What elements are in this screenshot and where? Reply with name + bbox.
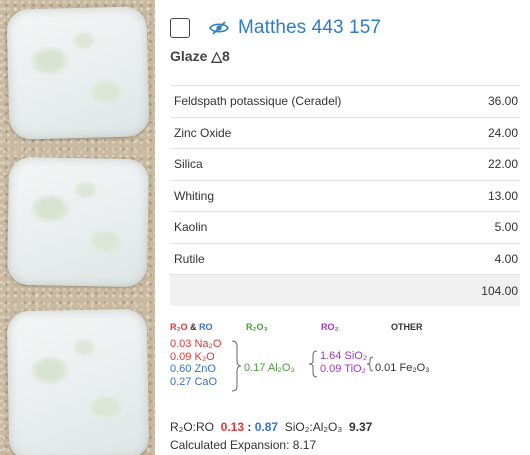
glass-former-oxide: 0.09 TiO₂ [320, 363, 367, 376]
ingredient-amount: 36.00 [451, 85, 520, 117]
glaze-photo [0, 0, 155, 455]
header-amp: & [187, 322, 200, 332]
header-r2o-ro: R₂O & RO [170, 322, 213, 332]
other-cell: 0.01 Fe₂O₃ [375, 362, 430, 374]
other-oxide: Fe₂O₃ [399, 362, 430, 374]
expansion-label: Calculated Expansion: [170, 438, 290, 452]
header-ro2: RO₂ [321, 322, 339, 332]
ingredient-row: Kaolin 5.00 [170, 211, 520, 243]
total-spacer [170, 274, 452, 306]
header-r2o: R₂O [170, 322, 188, 332]
flux-oxide-name: K₂O [194, 350, 215, 363]
r2o-value: 0.13 [220, 420, 245, 434]
glass-former-oxide: 1.64 SiO₂ [320, 350, 367, 363]
total-row: 104.00 [170, 274, 520, 306]
stabilizer-amount: 0.17 [244, 362, 266, 374]
ingredient-amount: 4.00 [451, 242, 520, 275]
glass-former-column: 1.64 SiO₂ 0.09 TiO₂ [320, 350, 367, 375]
ingredients-table: Feldspath potassique (Ceradel) 36.00 Zinc … [170, 85, 520, 306]
ratio-line: R₂O:RO 0.13 : 0.87 SiO₂:Al₂O₃ 9.37 [170, 420, 372, 434]
flux-amount: 0.09 [170, 350, 192, 363]
ingredient-row: Whiting 13.00 [170, 179, 520, 212]
ro-value: 0.87 [254, 420, 279, 434]
cone-label: Glaze △8 [170, 48, 230, 64]
former-brace [308, 350, 318, 378]
flux-amount: 0.27 [170, 375, 192, 388]
glaze-tile-1 [6, 6, 150, 140]
ingredient-row: Zinc Oxide 24.00 [170, 116, 520, 149]
other-amount: 0.01 [375, 362, 397, 374]
former-oxide-name: SiO₂ [344, 350, 368, 362]
ingredient-amount: 22.00 [451, 148, 520, 180]
expansion-line: Calculated Expansion: 8.17 [170, 438, 316, 452]
eye-slash-icon[interactable] [208, 20, 230, 36]
flux-column: 0.03 Na₂O 0.09 K₂O 0.60 ZnO 0.27 CaO [170, 338, 221, 388]
flux-oxide: 0.09 K₂O [170, 351, 221, 364]
ingredient-name: Feldspath potassique (Ceradel) [170, 85, 452, 117]
select-checkbox[interactable] [170, 18, 190, 38]
ingredient-row: Rutile 4.00 [170, 242, 520, 275]
flux-amount: 0.03 [170, 338, 192, 350]
flux-oxide-name: Na₂O [194, 338, 222, 350]
total-amount: 104.00 [451, 274, 520, 306]
ingredient-name: Rutile [170, 242, 452, 275]
ingredient-name: Silica [170, 148, 452, 180]
ingredient-row: Silica 22.00 [170, 148, 520, 180]
header-ro: RO [199, 322, 213, 332]
ingredient-name: Kaolin [170, 211, 452, 243]
r2o-ro-label: R₂O:RO [170, 420, 214, 434]
former-amount: 0.09 [320, 362, 342, 375]
stabilizer-cell: 0.17 Al₂O₃ [244, 362, 295, 374]
header-other: OTHER [391, 322, 423, 332]
flux-oxide: 0.27 CaO [170, 376, 221, 389]
recipe-panel: Matthes 443 157 Glaze △8 Feldspath potas… [170, 0, 525, 455]
flux-brace [231, 340, 242, 392]
ratio-colon: : [244, 420, 255, 434]
recipe-header: Matthes 443 157 [170, 15, 381, 41]
former-amount: 1.64 [320, 350, 342, 362]
si-al-value: 9.37 [348, 420, 373, 434]
si-al-label: SiO₂:Al₂O₃ [284, 420, 343, 434]
ingredient-amount: 13.00 [451, 179, 520, 212]
unity-formula: R₂O & RO R₂O₃ RO₂ OTHER 0.03 Na₂O 0.09 K₂… [170, 320, 525, 410]
ingredient-name: Whiting [170, 179, 452, 212]
flux-oxide-name: ZnO [194, 363, 216, 375]
ingredient-row: Feldspath potassique (Ceradel) 36.00 [170, 85, 520, 117]
other-brace [366, 356, 374, 372]
ingredient-amount: 5.00 [451, 211, 520, 243]
header-r2o3: R₂O₃ [246, 322, 268, 332]
expansion-value: 8.17 [292, 438, 317, 452]
ingredient-name: Zinc Oxide [170, 116, 452, 149]
stabilizer-oxide: Al₂O₃ [267, 362, 295, 374]
former-oxide-name: TiO₂ [344, 362, 366, 375]
glaze-tile-3 [6, 308, 150, 455]
flux-oxide: 0.60 ZnO [170, 363, 221, 376]
flux-oxide: 0.03 Na₂O [170, 338, 221, 351]
glaze-tile-2 [6, 156, 150, 288]
flux-oxide-name: CaO [194, 375, 218, 388]
recipe-title-link[interactable]: Matthes 443 157 [238, 17, 381, 39]
ingredient-amount: 24.00 [451, 116, 520, 149]
flux-amount: 0.60 [170, 363, 192, 375]
